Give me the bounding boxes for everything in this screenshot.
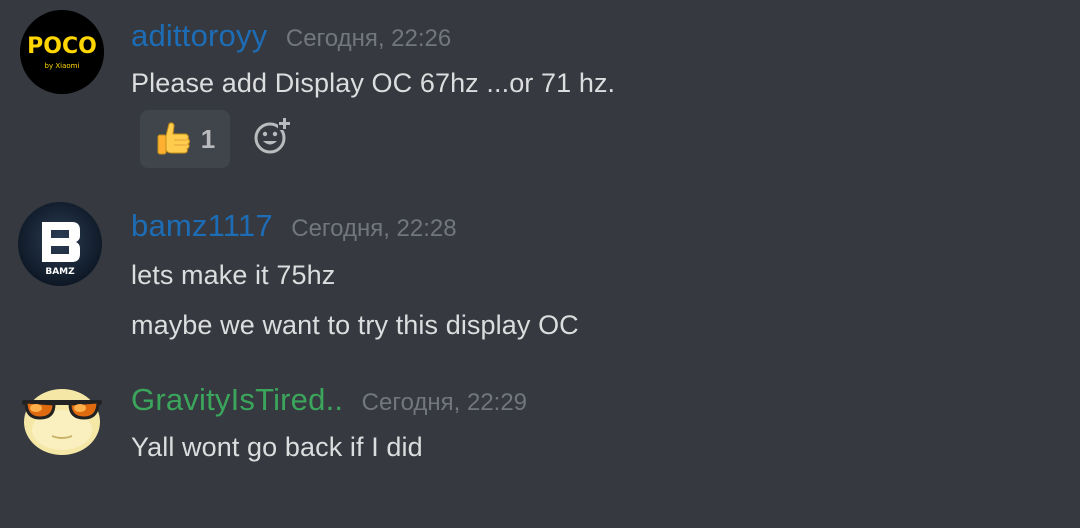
bamz-brand-text: BAMZ (45, 267, 75, 277)
message-group: GravityIsTired.. Сегодня, 22:29 Yall won… (0, 370, 1080, 520)
bamz-logo-icon: BAMZ (18, 202, 102, 286)
poco-brand-text: POCO (27, 34, 97, 59)
poco-sub-text: by Xiaomi (45, 62, 80, 70)
message-text: lets make it 75hz (131, 260, 336, 290)
user-avatar[interactable]: BAMZ (18, 202, 102, 286)
message-group: POCO by Xiaomi adittoroyy Сегодня, 22:26… (0, 0, 1080, 180)
message-group: BAMZ bamz1117 Сегодня, 22:28 lets make i… (0, 190, 1080, 360)
message-header: bamz1117 Сегодня, 22:28 (131, 208, 457, 244)
user-avatar[interactable]: POCO by Xiaomi (20, 10, 104, 94)
message-header: adittoroyy Сегодня, 22:26 (131, 18, 451, 54)
user-avatar[interactable] (20, 378, 104, 462)
username[interactable]: GravityIsTired.. (131, 382, 343, 417)
username[interactable]: bamz1117 (131, 208, 273, 243)
message-text: maybe we want to try this display OC (131, 310, 579, 340)
message-text: Please add Display OC 67hz ...or 71 hz. (131, 68, 616, 98)
timestamp: Сегодня, 22:28 (291, 215, 457, 242)
username[interactable]: adittoroyy (131, 18, 267, 53)
poco-logo-icon: POCO by Xiaomi (20, 10, 104, 94)
timestamp: Сегодня, 22:29 (361, 389, 528, 416)
message-text: Yall wont go back if I did (131, 432, 423, 462)
message-header: GravityIsTired.. Сегодня, 22:29 (131, 382, 527, 418)
reaction-button[interactable]: 1 (140, 110, 230, 168)
timestamp: Сегодня, 22:26 (285, 25, 452, 52)
sunglasses-face-icon (22, 389, 102, 455)
add-reaction-icon[interactable] (253, 117, 291, 155)
thumbs-up-icon (157, 122, 190, 155)
reaction-count: 1 (200, 123, 216, 154)
